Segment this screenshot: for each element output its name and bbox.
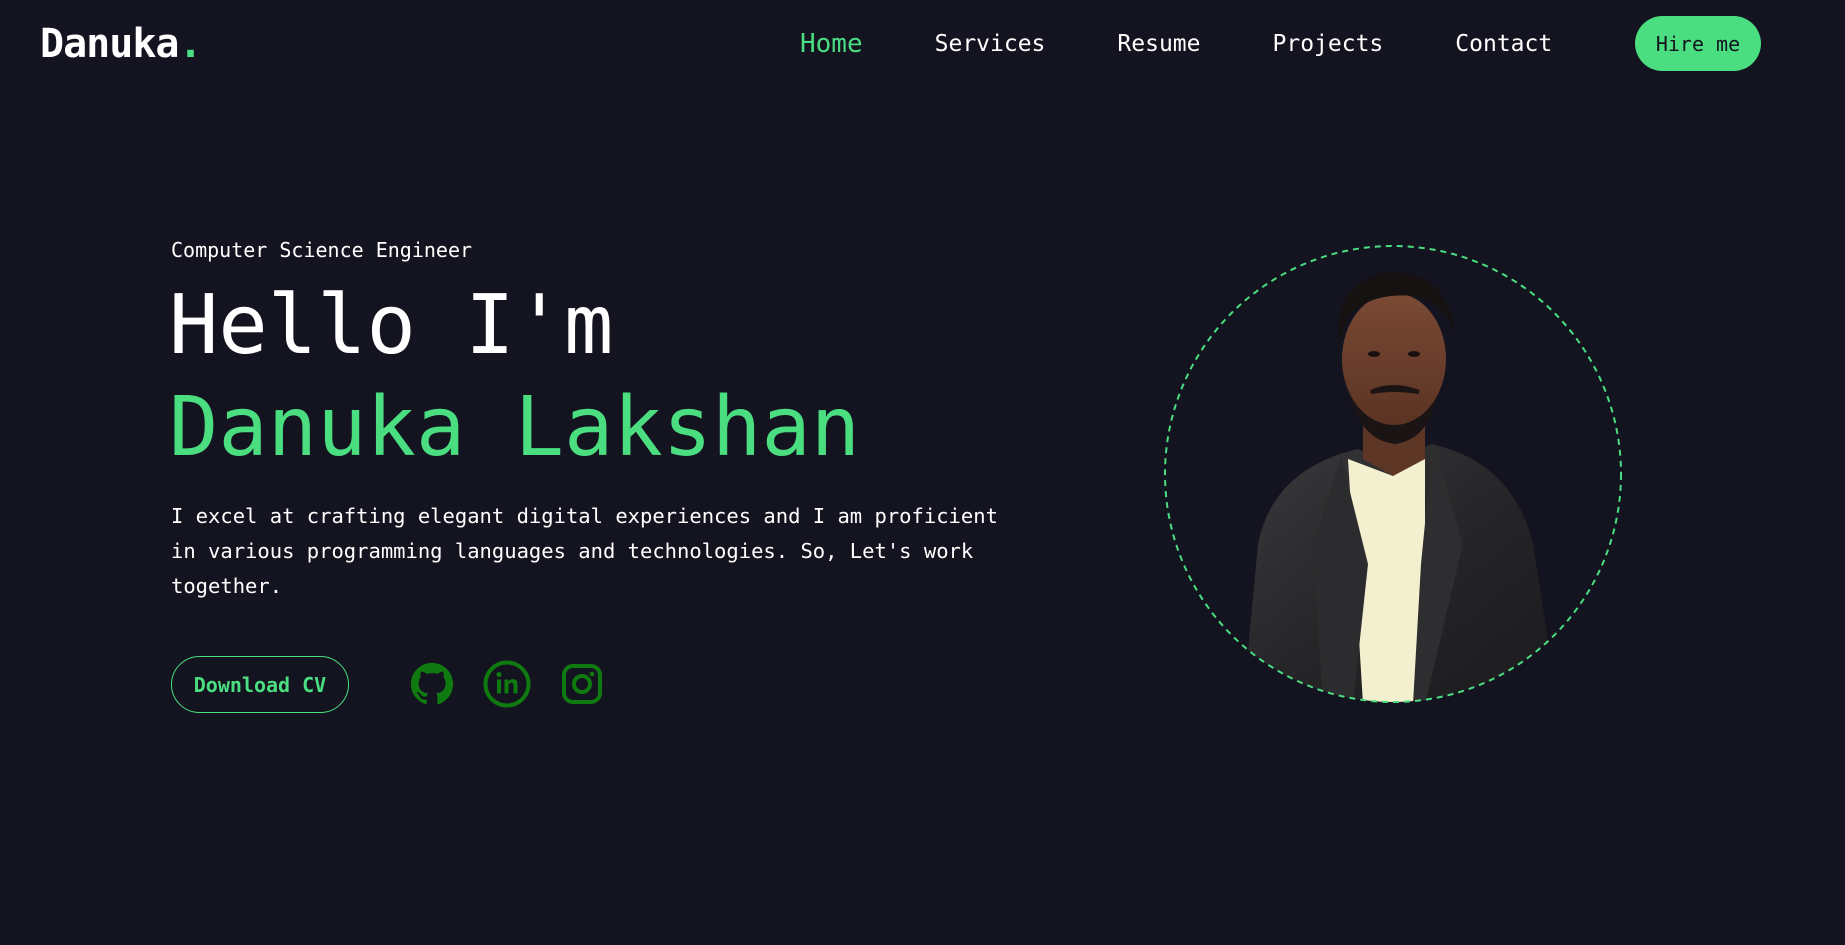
linkedin-icon <box>483 660 531 708</box>
nav-services[interactable]: Services <box>935 31 1046 57</box>
hero-greeting: Hello I'm <box>169 278 614 373</box>
instagram-icon <box>562 664 602 704</box>
brand-dot: . <box>178 21 203 67</box>
nav-contact[interactable]: Contact <box>1455 31 1552 57</box>
github-icon <box>410 662 454 705</box>
main-nav: Home Services Resume Projects Contact <box>800 16 1624 72</box>
nav-projects[interactable]: Projects <box>1273 31 1384 57</box>
hero-subtitle: Computer Science Engineer <box>171 238 473 262</box>
nav-home[interactable]: Home <box>800 29 863 59</box>
instagram-link[interactable] <box>558 660 606 708</box>
profile-photo <box>1164 245 1622 703</box>
social-links <box>408 660 606 708</box>
brand-name: Danuka <box>40 21 179 67</box>
profile-photo-frame <box>1163 244 1623 704</box>
linkedin-link[interactable] <box>483 660 531 708</box>
hero-name: Danuka Lakshan <box>169 380 861 475</box>
nav-resume[interactable]: Resume <box>1117 31 1200 57</box>
brand-logo[interactable]: Danuka. <box>40 20 203 68</box>
hire-me-button[interactable]: Hire me <box>1635 16 1761 71</box>
github-link[interactable] <box>408 660 456 708</box>
hero-description: I excel at crafting elegant digital expe… <box>171 504 998 598</box>
download-cv-button[interactable]: Download CV <box>171 656 349 713</box>
